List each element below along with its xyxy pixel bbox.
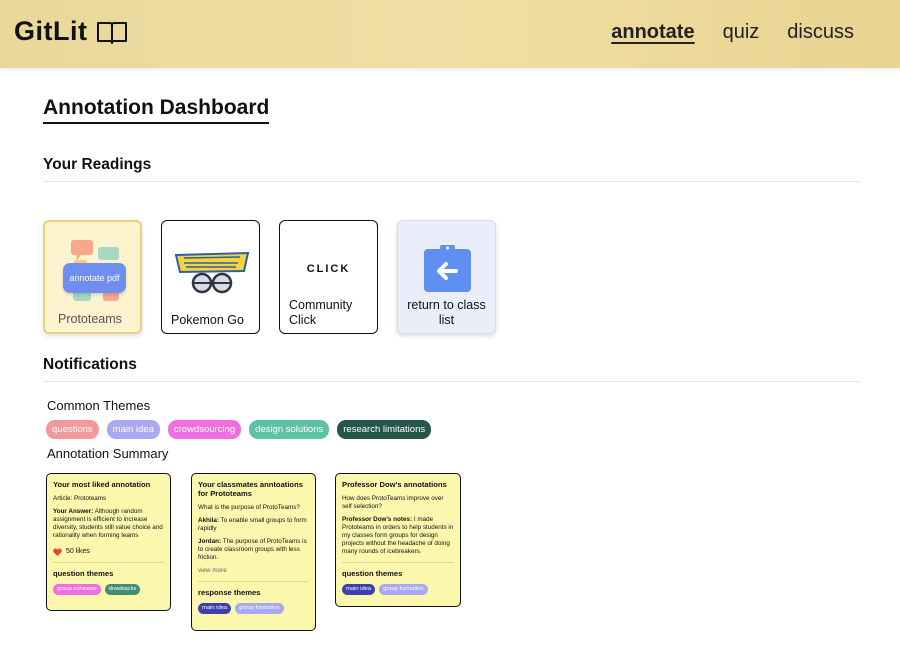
reading-label: return to class list: [407, 298, 486, 327]
notifications-title: Notifications: [43, 356, 860, 382]
themes-title: response themes: [198, 588, 261, 597]
classmate-name: Akhila:: [198, 517, 219, 524]
theme-chip-main-idea[interactable]: main idea: [106, 420, 160, 439]
theme-chip-research-limitations[interactable]: research limitations: [337, 420, 432, 439]
click-logo: CLICK: [306, 263, 351, 275]
classmate-answer: Jordan: The purpose of ProtoTeams is to …: [198, 538, 309, 562]
nav-annotate[interactable]: annotate: [611, 21, 694, 44]
divider: [198, 581, 309, 582]
divider: [53, 562, 164, 563]
reading-label: Pokemon Go: [171, 313, 244, 327]
classmates-annotations-card[interactable]: Your classmates anntoations for Prototea…: [191, 473, 316, 631]
theme-chip-drawbacks[interactable]: drawbacks: [104, 584, 141, 595]
themes-title: question themes: [342, 569, 403, 578]
answer-line: Your Answer: Although random assignment …: [53, 508, 164, 540]
common-themes-title: Common Themes: [47, 398, 151, 413]
theme-chip-main-idea[interactable]: main idea: [342, 584, 376, 595]
nav-discuss[interactable]: discuss: [787, 21, 854, 44]
theme-chip-main-idea[interactable]: main idea: [198, 603, 232, 614]
article-label: Article:: [53, 495, 73, 502]
annotate-pdf-button[interactable]: annotate pdf: [63, 263, 126, 293]
theme-chip-group-cohesion[interactable]: group cohesion: [53, 584, 101, 595]
readings-list: annotate pdf Prototeams Pokemon Go CLICK…: [43, 220, 496, 334]
likes-text: 50 likes: [66, 548, 90, 555]
notes-label: Professor Dow's notes:: [342, 516, 413, 523]
app-name: GitLit: [14, 16, 88, 46]
theme-chip-questions[interactable]: questions: [46, 420, 99, 439]
reading-card-community-click[interactable]: CLICK Community Click: [279, 220, 378, 334]
question-text: What is the purpose of ProtoTeams?: [198, 504, 300, 511]
card-title: Professor Dow's annotations: [342, 480, 447, 489]
card-title: Your classmates anntoations for Prototea…: [198, 480, 303, 498]
brand[interactable]: GitLit: [14, 16, 129, 47]
notifications-section: Notifications: [43, 356, 860, 382]
answer-label: Your Answer:: [53, 508, 94, 515]
reading-label: Prototeams: [58, 312, 122, 326]
page-title: Annotation Dashboard: [43, 96, 270, 124]
reading-card-prototeams[interactable]: annotate pdf Prototeams: [43, 220, 142, 334]
reading-card-pokemon-go[interactable]: Pokemon Go: [161, 220, 260, 334]
classmate-answer: Akhila: To enable small groups to form r…: [198, 517, 309, 533]
main-nav: annotate quiz discuss: [611, 21, 854, 44]
return-to-class-list-card[interactable]: return to class list: [397, 220, 496, 334]
professor-notes: Professor Dow's notes: I made Prototeams…: [342, 516, 454, 556]
reading-label: Community Click: [289, 298, 353, 327]
theme-chip-group-formation[interactable]: group formation: [235, 603, 284, 614]
top-bar: GitLit annotate quiz discuss: [0, 0, 900, 68]
main-content: Annotation Dashboard Your Readings: [43, 96, 860, 182]
themes-title: question themes: [53, 569, 114, 578]
theme-chip-crowdsourcing[interactable]: crowdsourcing: [167, 420, 242, 439]
article-line: Article: Prototeams: [53, 495, 164, 503]
card-theme-chips: main idea group formation: [198, 603, 309, 614]
nav-quiz[interactable]: quiz: [723, 21, 760, 44]
view-more-link[interactable]: view more: [198, 567, 309, 575]
card-theme-chips: main idea group formation: [342, 584, 454, 595]
heart-icon: [53, 548, 62, 556]
annotation-summary-title: Annotation Summary: [47, 446, 169, 461]
theme-chip-design-solutions[interactable]: design solutions: [249, 420, 330, 439]
classmate-name: Jordan:: [198, 538, 222, 545]
card-title: Your most liked annotation: [53, 480, 151, 489]
most-liked-annotation-card[interactable]: Your most liked annotation Article: Prot…: [46, 473, 171, 611]
article-name: Prototeams: [74, 495, 107, 502]
open-book-icon: [97, 21, 128, 44]
question-text: How does ProtoTeams improve over self se…: [342, 495, 444, 510]
back-arrow-icon: [424, 245, 471, 292]
likes-count: 50 likes: [53, 548, 164, 556]
divider: [342, 562, 454, 563]
professor-annotations-card[interactable]: Professor Dow's annotations How does Pro…: [335, 473, 461, 607]
card-theme-chips: group cohesion drawbacks: [53, 584, 164, 595]
readings-section-title: Your Readings: [43, 156, 860, 182]
theme-chip-group-formation[interactable]: group formation: [379, 584, 428, 595]
pokemon-go-logo-icon: [174, 251, 250, 294]
common-themes-chips: questions main idea crowdsourcing design…: [46, 420, 432, 439]
